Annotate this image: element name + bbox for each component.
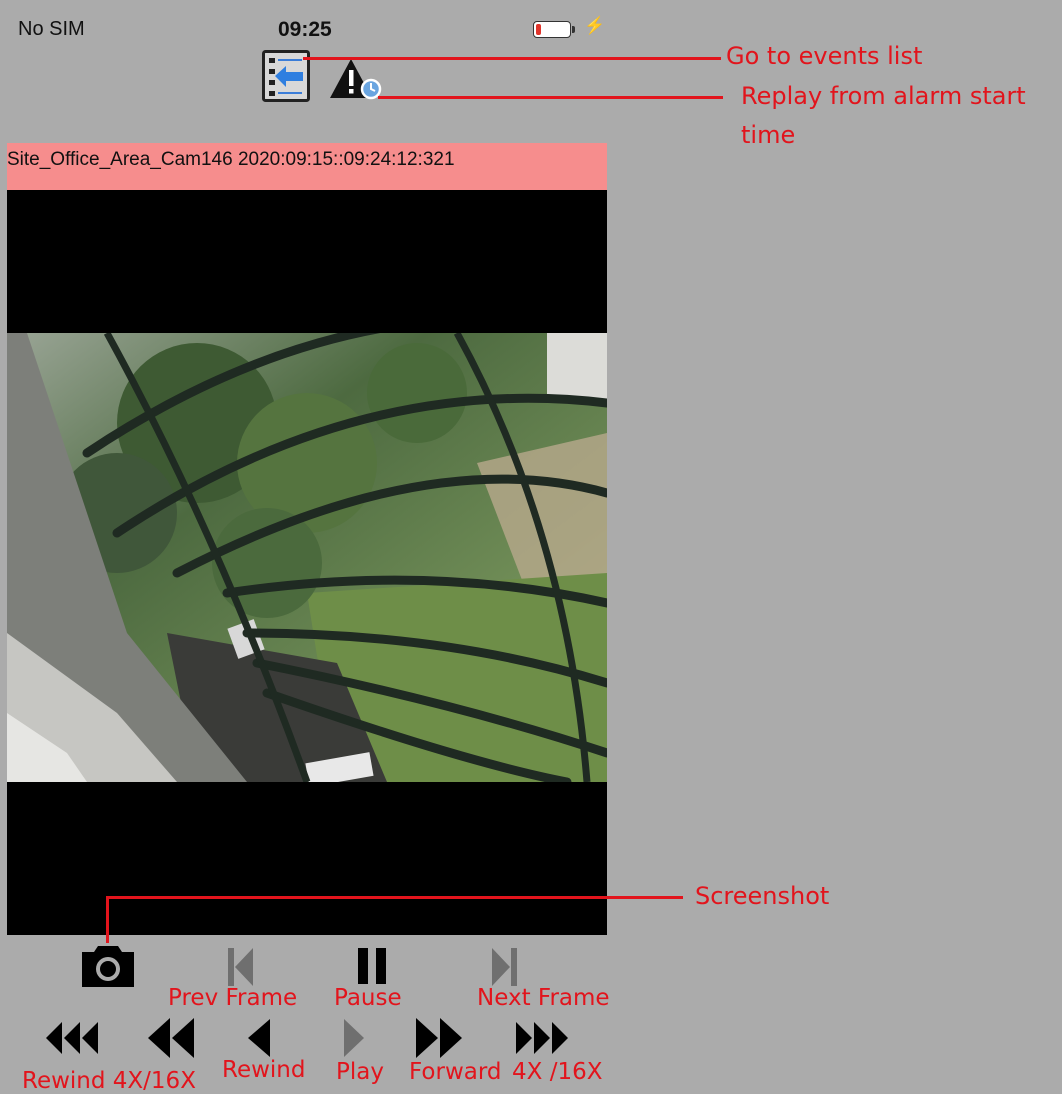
battery-icon [533,21,571,38]
play-icon [344,1019,364,1057]
alarm-clock-warning-icon [330,59,382,100]
rewind-fast-button[interactable] [44,1018,100,1063]
status-time: 09:25 [278,18,332,41]
charging-bolt-icon: ⚡ [584,16,606,35]
next-frame-label: Next Frame [477,985,610,1011]
rewind-icon [248,1019,270,1057]
forward-button[interactable] [414,1016,464,1065]
video-player[interactable] [7,190,607,935]
screenshot-pointer-line-v [106,897,109,943]
rewind-fast-label: Rewind 4X/16X [22,1068,196,1094]
rewind-label: Rewind [222,1057,306,1083]
forward-fast-button[interactable] [514,1018,572,1063]
skip-forward-icon [492,948,517,986]
triple-forward-icon [516,1022,568,1054]
play-label: Play [336,1059,384,1085]
alarm-replay-pointer-line [378,96,723,99]
pause-icon [358,948,386,984]
skip-back-icon [228,948,253,986]
alarm-replay-annotation-line1: Replay from alarm start [741,82,1026,110]
status-carrier: No SIM [18,18,85,40]
alarm-replay-button[interactable] [329,57,383,106]
screenshot-annotation: Screenshot [695,882,830,910]
double-forward-icon [416,1018,462,1058]
triple-rewind-icon [46,1022,98,1054]
events-list-annotation: Go to events list [726,42,923,70]
video-frame [7,333,607,782]
battery-nub [572,26,575,33]
pause-label: Pause [334,985,402,1011]
camera-title: Site_Office_Area_Cam146 2020:09:15::09:2… [7,149,455,170]
alarm-replay-annotation-line2: time [741,121,796,149]
prev-frame-label: Prev Frame [168,985,298,1011]
camera-title-bar: Site_Office_Area_Cam146 2020:09:15::09:2… [7,143,607,190]
play-button[interactable] [341,1017,367,1064]
camera-icon [82,946,134,987]
rewind-double-button[interactable] [146,1016,196,1065]
double-rewind-icon [148,1018,194,1058]
camera-frame-image [7,333,607,782]
forward-fast-label: 4X /16X [512,1059,603,1085]
forward-label: Forward [409,1059,502,1085]
screenshot-pointer-line-h [106,896,683,899]
screenshot-button[interactable] [80,944,136,993]
events-list-pointer-line [303,57,721,60]
